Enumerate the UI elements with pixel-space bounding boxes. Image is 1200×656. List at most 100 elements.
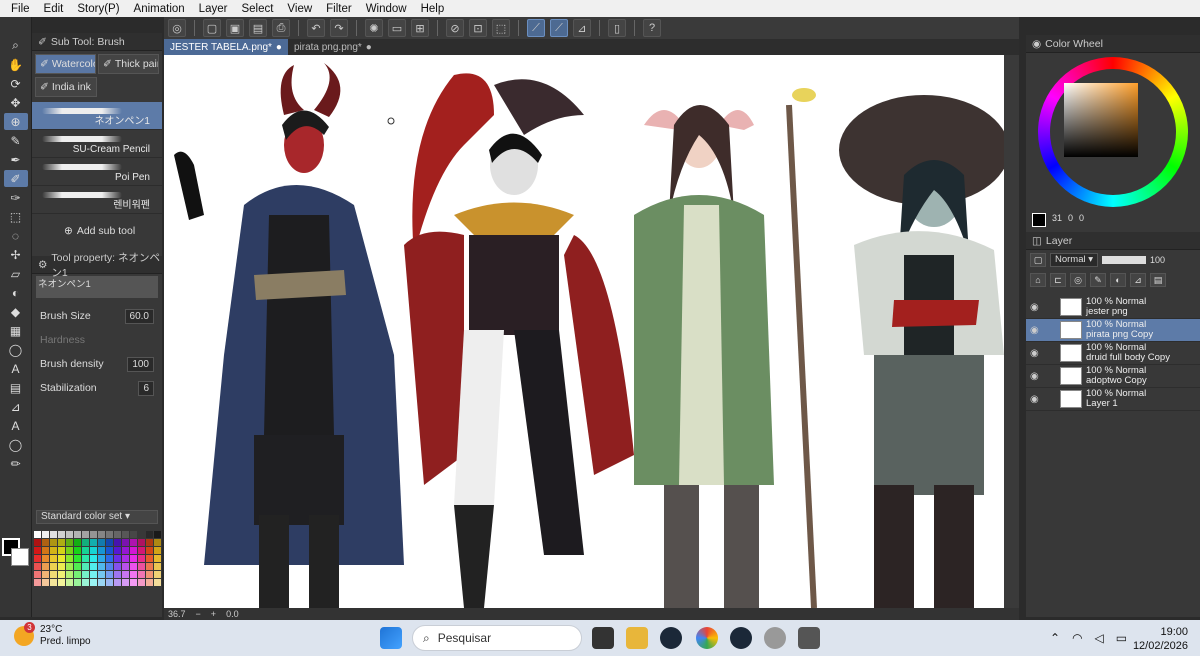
menu-window[interactable]: Window — [359, 3, 414, 15]
task-view-icon[interactable] — [592, 627, 614, 649]
palette-swatch[interactable] — [146, 563, 153, 570]
brush-item[interactable]: SU-Cream Pencil — [32, 130, 162, 158]
palette-swatch[interactable] — [34, 539, 41, 546]
vertical-scrollbar[interactable] — [1004, 55, 1019, 608]
palette-swatch[interactable] — [74, 555, 81, 562]
balloon-text-icon[interactable]: A — [4, 417, 28, 434]
marquee-icon[interactable]: ⬚ — [4, 208, 28, 225]
sub-color-swatch[interactable] — [11, 548, 29, 566]
print-icon[interactable]: ⎙ — [272, 19, 290, 37]
layer-row[interactable]: ◉ 100 % Normal pirata png Copy — [1026, 319, 1200, 342]
palette-swatch[interactable] — [130, 571, 137, 578]
palette-swatch[interactable] — [42, 539, 49, 546]
new-file-icon[interactable]: ▢ — [203, 19, 221, 37]
palette-swatch[interactable] — [154, 563, 161, 570]
opacity-slider[interactable] — [1102, 256, 1147, 264]
eyedropper-icon[interactable]: ✎ — [4, 132, 28, 149]
palette-swatch[interactable] — [130, 555, 137, 562]
zoom-value[interactable]: 36.7 — [168, 609, 186, 619]
palette-swatch[interactable] — [50, 563, 57, 570]
palette-swatch[interactable] — [58, 547, 65, 554]
ruler-icon[interactable]: ⊿ — [4, 398, 28, 415]
group-thick-paint[interactable]: ✐Thick paint — [98, 54, 159, 74]
chrome-icon[interactable] — [696, 627, 718, 649]
palette-swatch[interactable] — [58, 563, 65, 570]
group-india-ink[interactable]: ✐ India ink — [35, 77, 97, 97]
palette-swatch[interactable] — [122, 579, 129, 586]
add-subtool-button[interactable]: ⊕ Add sub tool — [32, 220, 162, 242]
operation-icon[interactable]: ⊕ — [3, 113, 28, 130]
clock[interactable]: 19:00 12/02/2026 — [1133, 625, 1188, 653]
palette-swatch[interactable] — [122, 539, 129, 546]
palette-swatch[interactable] — [50, 571, 57, 578]
palette-swatch[interactable] — [58, 571, 65, 578]
menu-select[interactable]: Select — [234, 3, 280, 15]
palette-swatch[interactable] — [58, 539, 65, 546]
palette-swatch[interactable] — [154, 555, 161, 562]
menu-layer[interactable]: Layer — [192, 3, 235, 15]
palette-swatch[interactable] — [98, 579, 105, 586]
palette-swatch[interactable] — [98, 571, 105, 578]
palette-swatch[interactable] — [58, 579, 65, 586]
palette-swatch[interactable] — [42, 571, 49, 578]
palette-swatch[interactable] — [138, 563, 145, 570]
brush-item[interactable]: Poi Pen — [32, 158, 162, 186]
zoom-out-icon[interactable]: − — [196, 609, 201, 619]
palette-swatch[interactable] — [106, 531, 113, 538]
smartphone-icon[interactable]: ▯ — [608, 19, 626, 37]
invert-selection-icon[interactable]: ⊡ — [469, 19, 487, 37]
transform-icon[interactable]: ⊞ — [411, 19, 429, 37]
color-wheel[interactable] — [1038, 57, 1188, 207]
shape-icon[interactable]: ◯ — [4, 341, 28, 358]
gradient-icon[interactable]: ▦ — [4, 322, 28, 339]
palette-swatch[interactable] — [138, 539, 145, 546]
draft-icon[interactable]: ✎ — [1090, 273, 1106, 287]
palette-swatch[interactable] — [114, 579, 121, 586]
clear-icon[interactable]: ▭ — [388, 19, 406, 37]
palette-swatch[interactable] — [34, 571, 41, 578]
visibility-eye-icon[interactable]: ◉ — [1030, 348, 1042, 359]
palette-swatch[interactable] — [66, 531, 73, 538]
text-icon[interactable]: A — [4, 360, 28, 377]
palette-swatch[interactable] — [130, 531, 137, 538]
palette-swatch[interactable] — [130, 563, 137, 570]
palette-swatch[interactable] — [50, 531, 57, 538]
palette-swatch[interactable] — [42, 531, 49, 538]
palette-swatch[interactable] — [154, 539, 161, 546]
wifi-icon[interactable]: ◠ — [1072, 631, 1082, 645]
palette-swatch[interactable] — [138, 547, 145, 554]
palette-swatch[interactable] — [34, 547, 41, 554]
chevron-up-icon[interactable]: ⌃ — [1050, 631, 1060, 645]
decoration-icon[interactable]: ✢ — [4, 246, 28, 263]
brush-density-value[interactable]: 100 — [127, 356, 154, 372]
palette-swatch[interactable] — [34, 531, 41, 538]
saturation-value[interactable]: 0 — [1068, 213, 1073, 227]
battery-icon[interactable]: ▭ — [1116, 631, 1127, 645]
menu-help[interactable]: Help — [414, 3, 452, 15]
lasso-icon[interactable]: ◌ — [4, 227, 28, 244]
stabilization-value[interactable]: 6 — [138, 380, 154, 396]
help-icon[interactable]: ? — [643, 19, 661, 37]
palette-swatch[interactable] — [34, 563, 41, 570]
app-icon[interactable]: ◎ — [168, 19, 186, 37]
eraser-icon[interactable]: ▱ — [4, 265, 28, 282]
visibility-eye-icon[interactable]: ◉ — [1030, 394, 1042, 405]
clip-icon[interactable]: ⊏ — [1050, 273, 1066, 287]
canvas[interactable] — [164, 55, 1004, 608]
layer-row[interactable]: ◉ 100 % Normal druid full body Copy — [1026, 342, 1200, 365]
group-watercolor[interactable]: ✐Watercolor — [35, 54, 96, 74]
palette-swatch[interactable] — [90, 539, 97, 546]
palette-swatch[interactable] — [66, 571, 73, 578]
close-icon[interactable]: ● — [366, 42, 372, 53]
weather-widget[interactable]: 3 23°C Pred. limpo — [14, 622, 91, 648]
brightness-value[interactable]: 0 — [1079, 213, 1084, 227]
pen-icon[interactable]: ✒ — [4, 151, 28, 168]
palette-swatch[interactable] — [90, 571, 97, 578]
hardness-row[interactable]: Hardness — [32, 328, 162, 352]
layer-mode-icon[interactable]: ▢ — [1030, 253, 1046, 267]
palette-swatch[interactable] — [58, 531, 65, 538]
palette-swatch[interactable] — [130, 547, 137, 554]
palette-swatch[interactable] — [82, 539, 89, 546]
visibility-eye-icon[interactable]: ◉ — [1030, 325, 1042, 336]
menu-file[interactable]: File — [4, 3, 37, 15]
